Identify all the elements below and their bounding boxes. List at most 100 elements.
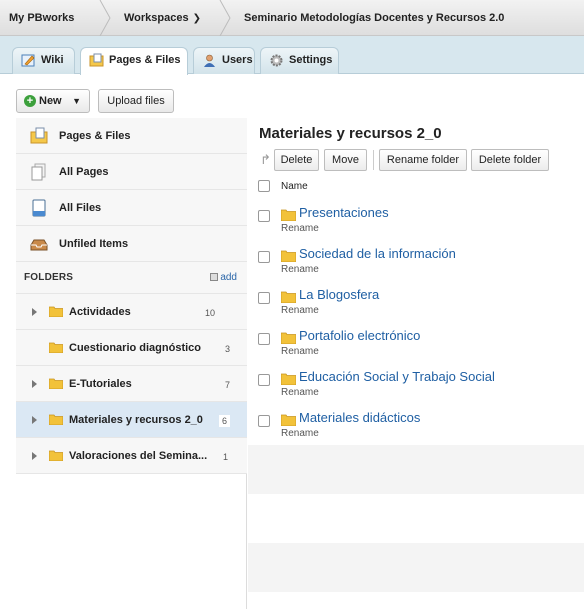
tab-users[interactable]: Users <box>193 47 255 74</box>
folder-icon <box>281 373 296 385</box>
tab-strip: Wiki Pages & Files Users Settings <box>0 36 584 75</box>
folder-icon <box>281 291 296 303</box>
rename-link[interactable]: Rename <box>281 428 319 439</box>
item-name-link[interactable]: Sociedad de la información <box>299 246 456 261</box>
folder-icon <box>49 378 63 389</box>
pages-icon <box>31 163 46 181</box>
folder-count: 1 <box>223 452 229 462</box>
folder-count: 10 <box>205 308 216 318</box>
breadcrumb-separator <box>218 0 232 36</box>
sidebar-item-label: All Files <box>59 202 102 214</box>
select-all-checkbox[interactable] <box>258 180 270 192</box>
my-pbworks-link[interactable]: My PBworks <box>9 0 74 36</box>
item-checkbox[interactable] <box>258 374 270 386</box>
delete-button[interactable]: Delete <box>274 149 319 171</box>
list-item: Portafolio electrónico Rename <box>248 323 584 364</box>
tab-wiki-label: Wiki <box>41 54 64 66</box>
users-icon <box>204 54 215 67</box>
tab-users-label: Users <box>222 54 253 66</box>
settings-icon <box>270 54 283 67</box>
add-folder-label: add <box>220 272 237 283</box>
sidebar: Pages & Files All Pages All Files Unfile… <box>16 118 247 609</box>
folder-label: Actividades <box>69 306 131 318</box>
rename-link[interactable]: Rename <box>281 305 319 316</box>
add-folder-link[interactable]: add <box>210 272 237 283</box>
toolbar-divider <box>373 150 374 170</box>
folder-icon <box>281 332 296 344</box>
item-checkbox[interactable] <box>258 415 270 427</box>
plus-icon: + <box>24 95 36 107</box>
item-name-link[interactable]: La Blogosfera <box>299 287 379 302</box>
rename-folder-button[interactable]: Rename folder <box>379 149 467 171</box>
folder-count: 3 <box>225 344 231 354</box>
new-button[interactable]: + New ▼ <box>16 89 90 113</box>
folder-item-cuestionario[interactable]: Cuestionario diagnóstico 3 <box>16 330 247 366</box>
item-name-link[interactable]: Educación Social y Trabajo Social <box>299 369 495 384</box>
list-item: Materiales didácticos Rename <box>248 405 584 446</box>
folder-label: E-Tutoriales <box>69 378 132 390</box>
folder-icon <box>49 450 63 461</box>
tab-pages-files-label: Pages & Files <box>109 54 181 66</box>
folder-icon <box>281 414 296 426</box>
item-checkbox[interactable] <box>258 210 270 222</box>
folder-count: 7 <box>225 380 231 390</box>
expand-arrow-icon[interactable] <box>32 452 37 460</box>
rename-link[interactable]: Rename <box>281 387 319 398</box>
tab-settings[interactable]: Settings <box>260 47 339 74</box>
folders-heading: FOLDERS <box>24 272 74 283</box>
new-button-label: New <box>39 95 62 107</box>
row-stripe <box>248 543 584 592</box>
item-name-link[interactable]: Portafolio electrónico <box>299 328 420 343</box>
folder-label: Cuestionario diagnóstico <box>69 342 202 354</box>
column-header: Name <box>248 178 584 196</box>
chevron-down-icon: ▼ <box>72 96 81 106</box>
folder-item-valoraciones[interactable]: Valoraciones del Semina... 1 <box>16 438 247 474</box>
pages-files-icon <box>30 127 48 144</box>
up-arrow-icon: ↱ <box>260 152 271 167</box>
folder-count: 6 <box>219 415 231 427</box>
column-name-label: Name <box>281 181 308 192</box>
sidebar-item-all-pages[interactable]: All Pages <box>16 154 247 190</box>
folder-title: Materiales y recursos 2_0 <box>259 125 442 142</box>
expand-arrow-icon[interactable] <box>32 380 37 388</box>
move-button[interactable]: Move <box>324 149 367 171</box>
expand-arrow-icon[interactable] <box>32 416 37 424</box>
pages-files-icon <box>89 53 104 67</box>
tray-icon <box>30 239 48 251</box>
sidebar-item-label: Unfiled Items <box>59 238 129 250</box>
rename-link[interactable]: Rename <box>281 223 319 234</box>
expand-arrow-icon[interactable] <box>32 308 37 316</box>
item-checkbox[interactable] <box>258 251 270 263</box>
sidebar-item-pages-files[interactable]: Pages & Files <box>16 118 247 154</box>
folder-item-e-tutoriales[interactable]: E-Tutoriales 7 <box>16 366 247 402</box>
list-item: Educación Social y Trabajo Social Rename <box>248 364 584 405</box>
wiki-icon <box>21 54 35 67</box>
item-name-link[interactable]: Materiales didácticos <box>299 410 420 425</box>
rename-link[interactable]: Rename <box>281 346 319 357</box>
item-checkbox[interactable] <box>258 333 270 345</box>
workspaces-menu[interactable]: Workspaces ❯ <box>124 0 201 36</box>
folders-header: FOLDERS add <box>16 262 247 294</box>
row-stripe <box>248 445 584 494</box>
folder-icon <box>281 250 296 262</box>
tab-wiki[interactable]: Wiki <box>12 47 75 74</box>
tab-pages-files[interactable]: Pages & Files <box>80 47 188 75</box>
sidebar-item-all-files[interactable]: All Files <box>16 190 247 226</box>
breadcrumb-separator <box>98 0 112 36</box>
list-item: Presentaciones Rename <box>248 200 584 241</box>
workspace-title[interactable]: Seminario Metodologías Docentes y Recurs… <box>244 0 504 36</box>
delete-folder-button[interactable]: Delete folder <box>471 149 549 171</box>
upload-files-button[interactable]: Upload files <box>98 89 174 113</box>
folder-item-materiales[interactable]: Materiales y recursos 2_0 6 <box>16 402 247 438</box>
item-name-link[interactable]: Presentaciones <box>299 205 389 220</box>
list-item: La Blogosfera Rename <box>248 282 584 323</box>
rename-link[interactable]: Rename <box>281 264 319 275</box>
file-icon <box>32 199 46 217</box>
folder-icon <box>281 209 296 221</box>
sidebar-item-unfiled-items[interactable]: Unfiled Items <box>16 226 247 262</box>
item-checkbox[interactable] <box>258 292 270 304</box>
folder-item-actividades[interactable]: Actividades 10 <box>16 294 247 330</box>
sidebar-item-label: Pages & Files <box>59 130 131 142</box>
top-navigation-bar: My PBworks Workspaces ❯ Seminario Metodol… <box>0 0 584 36</box>
folder-icon <box>49 342 63 353</box>
